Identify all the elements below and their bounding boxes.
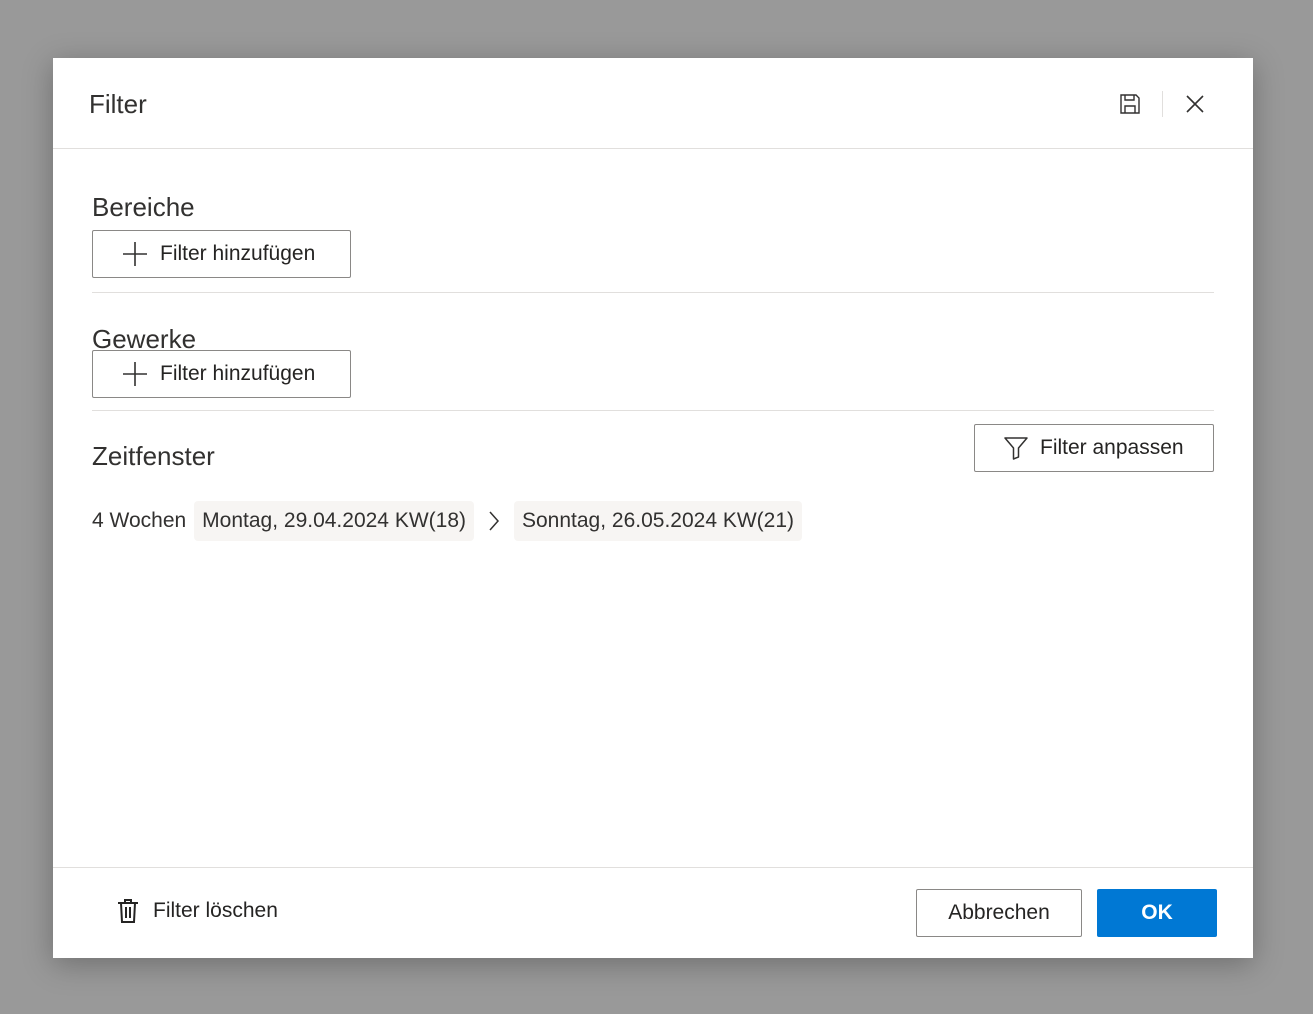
header-separator <box>1162 91 1163 117</box>
clear-filter-button[interactable]: Filter löschen <box>117 898 278 924</box>
date-range: 4 Wochen Montag, 29.04.2024 KW(18) Sonnt… <box>92 501 1214 541</box>
end-date-chip[interactable]: Sonntag, 26.05.2024 KW(21) <box>514 501 803 541</box>
adjust-filter-button[interactable]: Filter anpassen <box>974 424 1214 472</box>
section-timeframe: Zeitfenster Filter anpassen 4 Wochen Mon… <box>92 411 1214 541</box>
clear-filter-label: Filter löschen <box>153 899 278 922</box>
funnel-icon <box>1004 437 1028 460</box>
start-date-chip[interactable]: Montag, 29.04.2024 KW(18) <box>194 501 474 541</box>
close-icon <box>1186 95 1204 113</box>
duration-label: 4 Wochen <box>92 509 187 532</box>
section-title-areas: Bereiche <box>92 192 195 222</box>
add-trade-filter-label: Filter hinzufügen <box>160 362 316 385</box>
add-area-filter-label: Filter hinzufügen <box>160 242 316 265</box>
save-icon <box>1120 94 1140 114</box>
section-areas: Bereiche Filter hinzufügen <box>92 149 1214 293</box>
close-button[interactable] <box>1177 86 1213 122</box>
cancel-button[interactable]: Abbrechen <box>916 889 1082 937</box>
dialog-body: Bereiche Filter hinzufügen Gewerke Filte… <box>92 149 1214 541</box>
dialog-footer: Filter löschen Abbrechen OK <box>53 867 1253 958</box>
adjust-filter-label: Filter anpassen <box>1040 436 1184 459</box>
plus-icon <box>123 362 147 386</box>
add-area-filter-button[interactable]: Filter hinzufügen <box>92 230 351 278</box>
section-trades: Gewerke Filter hinzufügen <box>92 293 1214 411</box>
ok-button[interactable]: OK <box>1097 889 1217 937</box>
trash-icon <box>118 899 138 923</box>
plus-icon <box>123 242 147 266</box>
chevron-right-icon <box>488 510 500 532</box>
filter-dialog: Filter Bereiche Filter hinzufügen Gewerk… <box>53 58 1253 958</box>
dialog-header: Filter <box>53 58 1253 149</box>
save-button[interactable] <box>1112 86 1148 122</box>
dialog-title: Filter <box>89 89 147 119</box>
add-trade-filter-button[interactable]: Filter hinzufügen <box>92 350 351 398</box>
header-actions <box>1112 86 1213 122</box>
